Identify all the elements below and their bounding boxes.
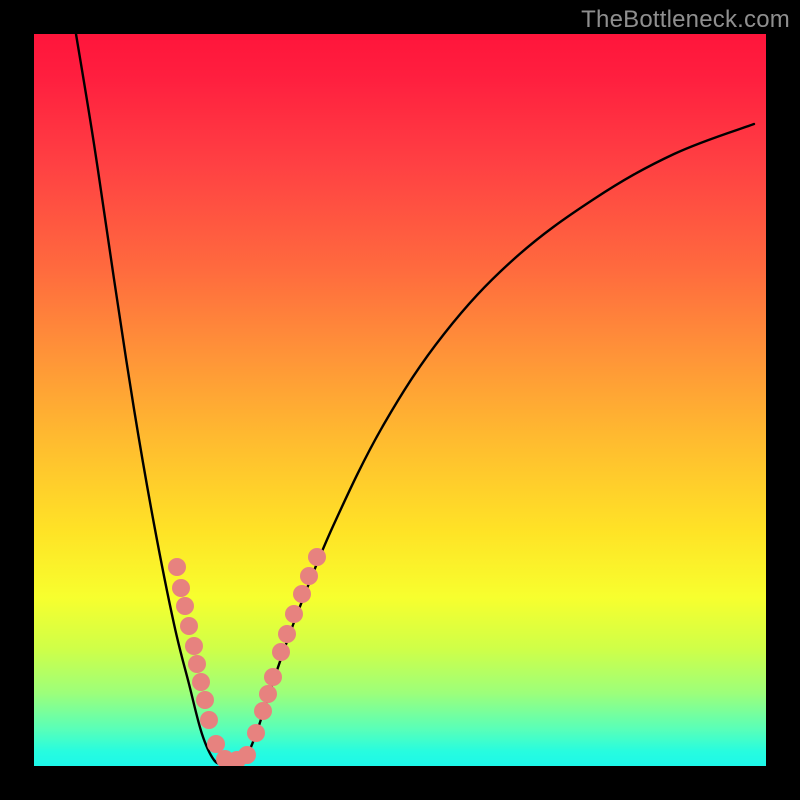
data-marker <box>200 711 218 729</box>
data-marker <box>285 605 303 623</box>
data-marker <box>176 597 194 615</box>
data-marker <box>247 724 265 742</box>
data-marker <box>172 579 190 597</box>
data-marker <box>168 558 186 576</box>
data-marker <box>300 567 318 585</box>
data-marker <box>185 637 203 655</box>
marker-layer <box>168 548 326 766</box>
data-marker <box>278 625 296 643</box>
data-marker <box>238 746 256 764</box>
data-marker <box>180 617 198 635</box>
plot-area <box>34 34 766 766</box>
data-marker <box>254 702 272 720</box>
data-marker <box>192 673 210 691</box>
data-marker <box>188 655 206 673</box>
data-marker <box>196 691 214 709</box>
bottleneck-curve <box>76 34 754 765</box>
data-marker <box>259 685 277 703</box>
data-marker <box>293 585 311 603</box>
data-marker <box>207 735 225 753</box>
chart-frame: TheBottleneck.com <box>0 0 800 800</box>
data-marker <box>308 548 326 566</box>
curve-layer <box>34 34 766 766</box>
data-marker <box>272 643 290 661</box>
data-marker <box>264 668 282 686</box>
watermark-text: TheBottleneck.com <box>581 6 790 34</box>
